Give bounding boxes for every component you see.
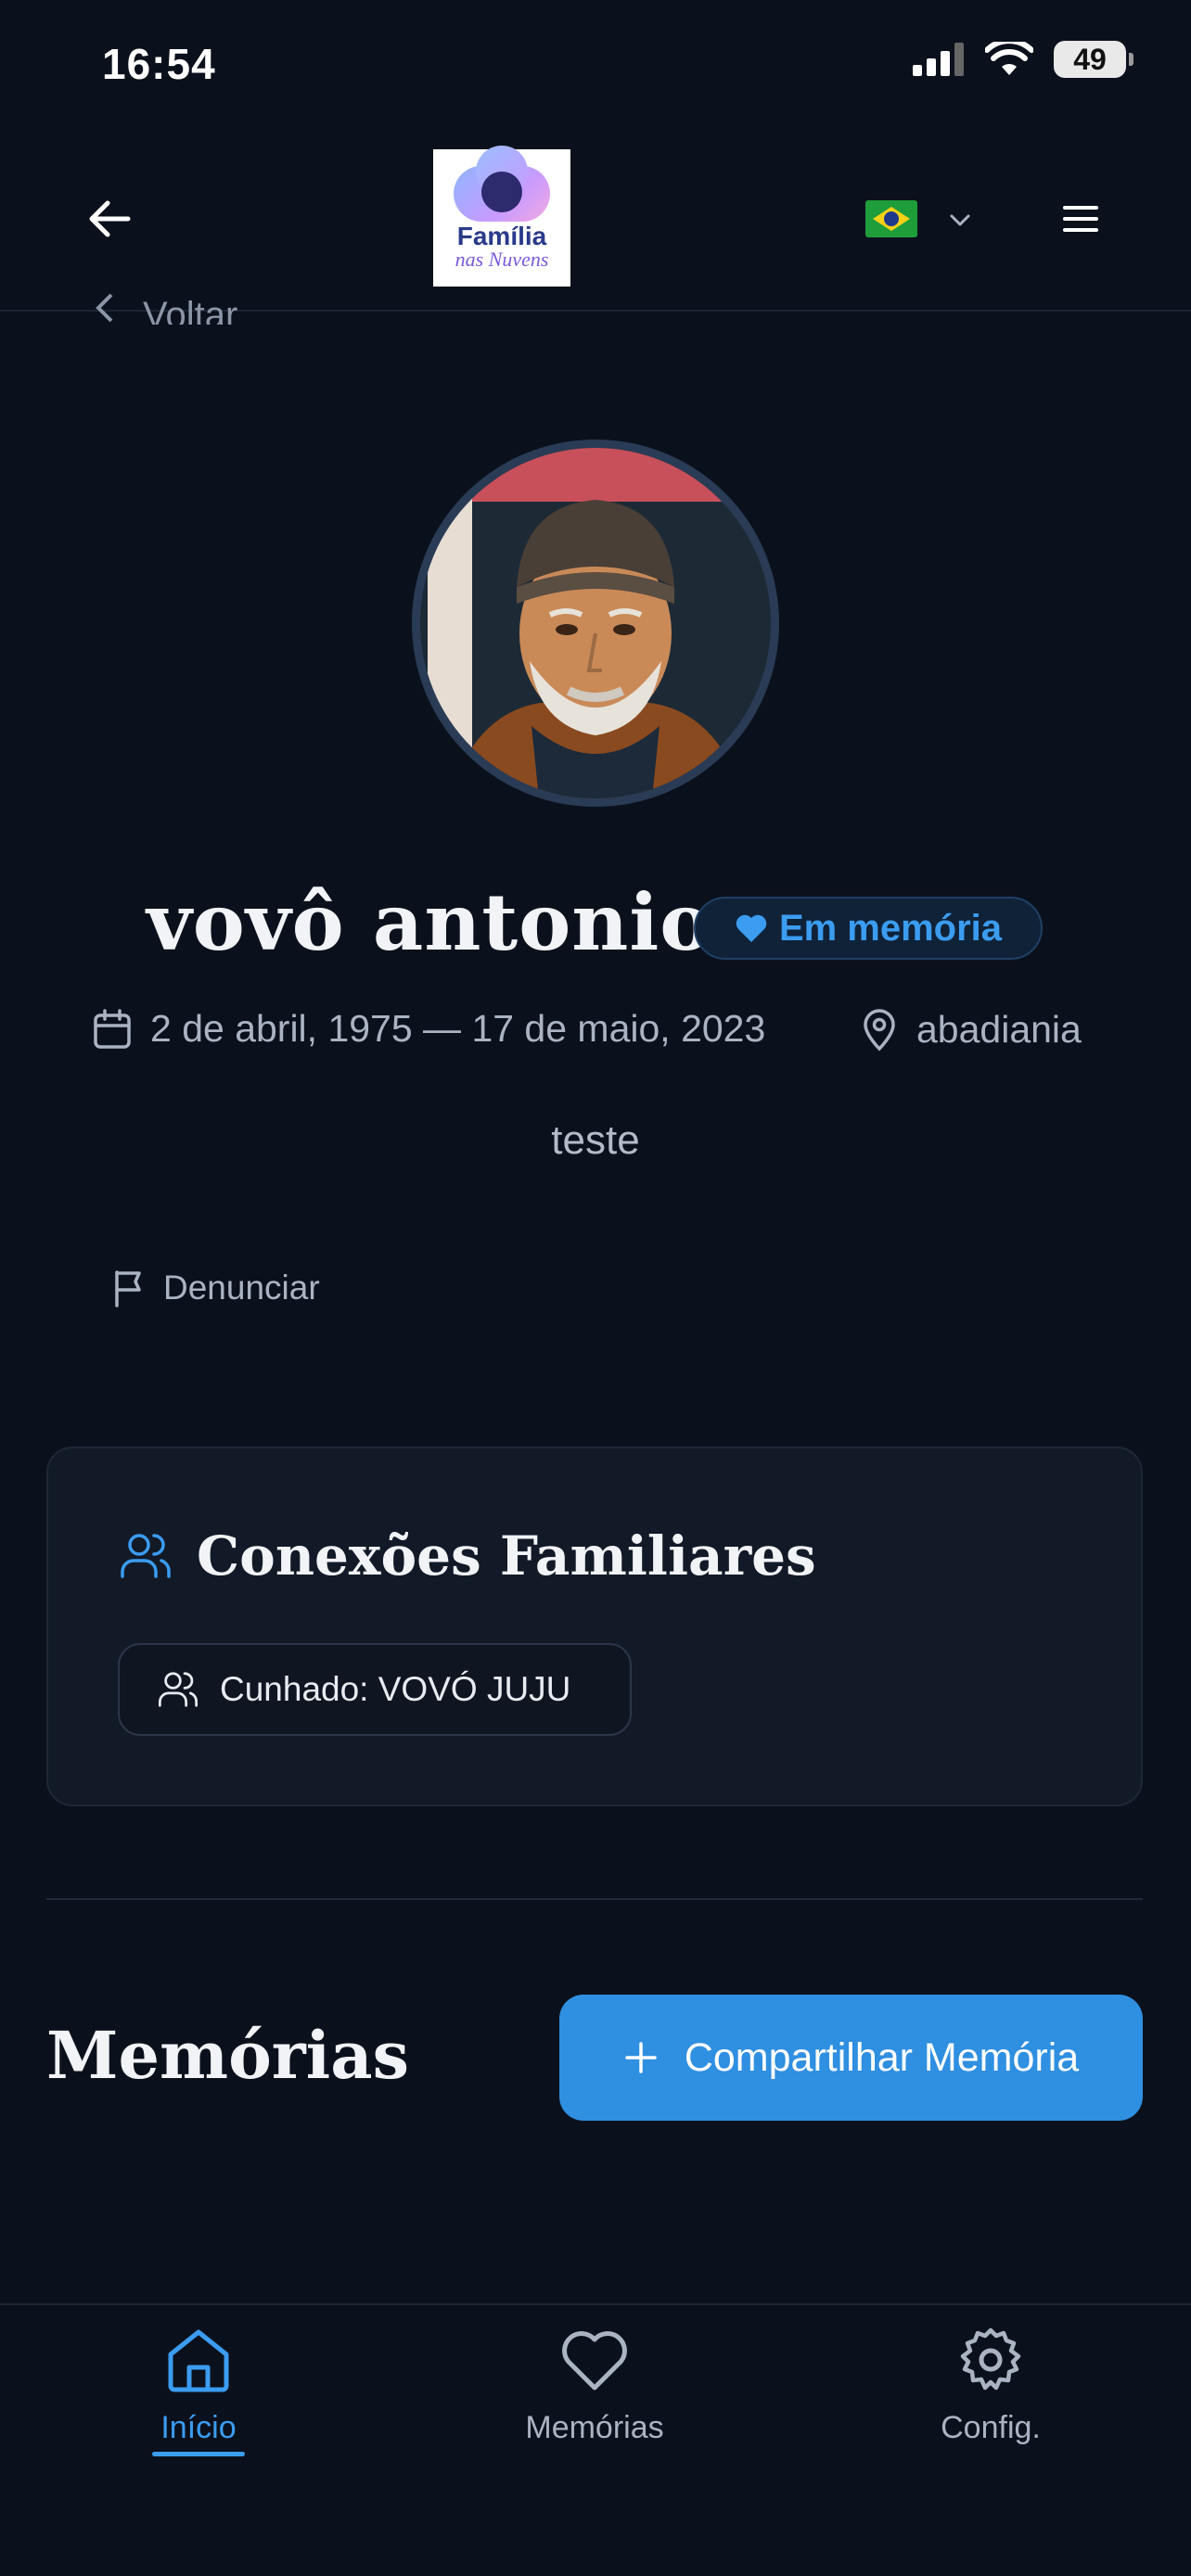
back-arrow-icon[interactable]	[82, 191, 137, 247]
section-divider	[46, 1898, 1143, 1900]
status-icons: 49	[913, 41, 1133, 78]
nav-item-home[interactable]: Início	[78, 2323, 319, 2446]
plus-icon	[625, 2042, 657, 2073]
logo-subtext: nas Nuvens	[455, 248, 549, 271]
profile-avatar	[412, 440, 779, 807]
app-logo[interactable]: Família nas Nuvens	[433, 146, 570, 287]
profile-bio: teste	[551, 1117, 640, 1163]
nav-label-memories: Memórias	[525, 2410, 664, 2445]
logo-cloud-icon	[454, 146, 550, 222]
back-link-label: Voltar	[143, 295, 238, 325]
map-pin-icon	[864, 1009, 895, 1052]
heart-icon	[562, 2331, 627, 2391]
nav-item-memories[interactable]: Memórias	[474, 2323, 715, 2446]
profile-name: vovô antonio	[147, 876, 713, 968]
chevron-left-icon	[96, 293, 113, 323]
flag-icon	[115, 1270, 141, 1307]
connection-chip[interactable]: Cunhado: VOVÓ JUJU	[118, 1643, 632, 1736]
report-label: Denunciar	[163, 1269, 320, 1307]
calendar-icon	[94, 1008, 131, 1049]
users-icon	[121, 1534, 171, 1578]
badge-label: Em memória	[778, 907, 1003, 949]
life-dates-text: 2 de abril, 1975 — 17 de maio, 2023	[150, 1007, 766, 1050]
battery-indicator: 49	[1054, 41, 1133, 78]
share-memory-button[interactable]: Compartilhar Memória	[559, 1995, 1143, 2121]
life-dates: 2 de abril, 1975 — 17 de maio, 2023	[91, 1007, 765, 1051]
share-memory-label: Compartilhar Memória	[684, 2034, 1080, 2080]
wifi-icon	[985, 42, 1033, 75]
family-connections-header: Conexões Familiares	[119, 1524, 816, 1588]
nav-label-home: Início	[160, 2410, 237, 2445]
top-header	[0, 139, 1191, 312]
nav-label-settings: Config.	[941, 2410, 1041, 2445]
users-icon	[158, 1672, 198, 1707]
in-memoriam-badge: Em memória	[694, 897, 1043, 960]
memories-title: Memórias	[46, 2017, 410, 2094]
family-connections-card	[46, 1447, 1143, 1806]
menu-icon[interactable]	[1061, 200, 1100, 237]
brazil-flag-icon[interactable]	[865, 200, 917, 237]
logo-text: Família	[456, 222, 547, 250]
status-time: 16:54	[102, 40, 216, 88]
location: abadiania	[861, 1007, 1082, 1052]
family-connections-title: Conexões Familiares	[197, 1524, 816, 1588]
signal-icon	[913, 43, 964, 76]
home-icon	[168, 2329, 229, 2392]
gear-icon	[960, 2327, 1021, 2391]
active-tab-indicator	[152, 2452, 245, 2456]
back-link[interactable]: Voltar	[93, 287, 237, 325]
chevron-down-icon[interactable]	[946, 206, 974, 234]
location-text: abadiania	[916, 1007, 1082, 1051]
heart-filled-icon	[736, 914, 767, 942]
nav-item-settings[interactable]: Config.	[870, 2323, 1111, 2446]
connection-label: Cunhado: VOVÓ JUJU	[220, 1670, 571, 1708]
report-button[interactable]: Denunciar	[111, 1269, 320, 1307]
elderly-man-portrait	[448, 500, 745, 798]
